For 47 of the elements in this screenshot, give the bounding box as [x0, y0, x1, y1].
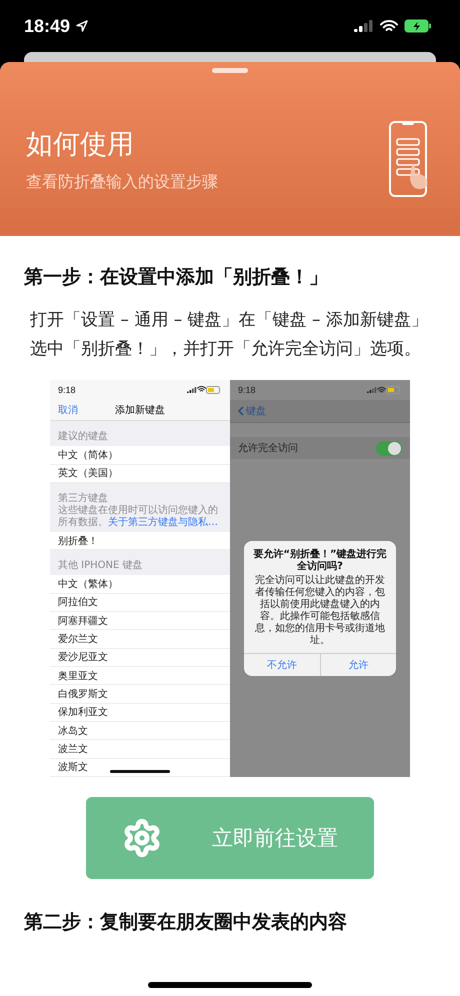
keyboard-row[interactable]: 爱沙尼亚文: [50, 648, 230, 668]
keyboard-row[interactable]: 白俄罗斯文: [50, 685, 230, 704]
mini-nav-title: 添加新键盘: [115, 404, 165, 417]
alert-button[interactable]: 允许: [320, 654, 396, 676]
header-subtitle: 查看防折叠输入的设置步骤: [26, 172, 219, 192]
keyboard-row[interactable]: 阿塞拜疆文: [50, 612, 230, 630]
mini-status-time: 9:18: [238, 385, 256, 395]
alert-title: 要允许“别折叠！”键盘进行完全访问吗?: [252, 547, 388, 574]
alert-message: 完全访问可以让此键盘的开发者传输任何您键入的内容，包括以前使用此键盘键入的内容。此操作可能包括敏感信息，如您的信用卡号或街道地址。: [254, 574, 386, 648]
section-header: 其他 IPHONE 键盘: [57, 558, 144, 574]
wifi-icon: [377, 386, 386, 394]
signal-icon: [367, 387, 377, 393]
signal-icon: [354, 20, 374, 32]
wifi-icon: [380, 20, 398, 32]
keyboard-row[interactable]: 阿拉伯文: [50, 594, 230, 612]
keyboard-row[interactable]: 保加利亚文: [50, 704, 230, 722]
battery-icon: [386, 386, 402, 394]
toggle-switch[interactable]: [376, 440, 402, 456]
step-title: 第二步：复制要在朋友圈中发表的内容: [24, 910, 348, 935]
header-title: 如何使用: [26, 128, 135, 162]
back-chevron-icon: [238, 406, 244, 416]
step-description: 打开「设置 – 通用 – 键盘」在「键盘 – 添加新键盘」选中「别折叠！」，并打开「允许完全访问」选项。: [30, 309, 428, 361]
alert-button[interactable]: 不允许: [244, 654, 320, 676]
privacy-link[interactable]: 关于第三方键盘与隐私…: [108, 517, 218, 528]
keyboard-row[interactable]: 中文（简体）: [50, 446, 230, 465]
section-header: 建议的键盘: [57, 430, 109, 444]
battery-icon: [206, 386, 222, 394]
setting-label: 允许完全访问: [238, 442, 298, 455]
keyboard-row[interactable]: 冰岛文: [50, 722, 230, 740]
status-time: 18:49: [24, 16, 70, 36]
keyboard-row[interactable]: 中文（繁体）: [50, 575, 230, 594]
keyboard-row[interactable]: 波兰文: [50, 740, 230, 759]
cancel-link[interactable]: 取消: [58, 402, 78, 417]
sheet-grabber[interactable]: [212, 68, 248, 73]
signal-icon: [187, 386, 197, 393]
location-icon: [76, 20, 88, 32]
keyboard-row[interactable]: 英文（美国）: [50, 464, 230, 484]
wifi-icon: [197, 386, 206, 393]
battery-charging-icon: [404, 19, 432, 33]
mini-status-time: 9:18: [58, 384, 76, 395]
settings-icon: [122, 818, 162, 858]
home-indicator: [110, 770, 170, 773]
step-title: 第一步：在设置中添加「别折叠！」: [24, 265, 329, 290]
section-header: 第三方键盘 这些键盘在使用时可以访问您键入的所有数据。关于第三方键盘与隐私…: [57, 492, 219, 530]
keyboard-row[interactable]: 奥里亚文: [50, 667, 230, 686]
keyboard-row[interactable]: 别折叠！: [50, 532, 230, 550]
keyboard-row[interactable]: 爱尔兰文: [50, 630, 230, 649]
